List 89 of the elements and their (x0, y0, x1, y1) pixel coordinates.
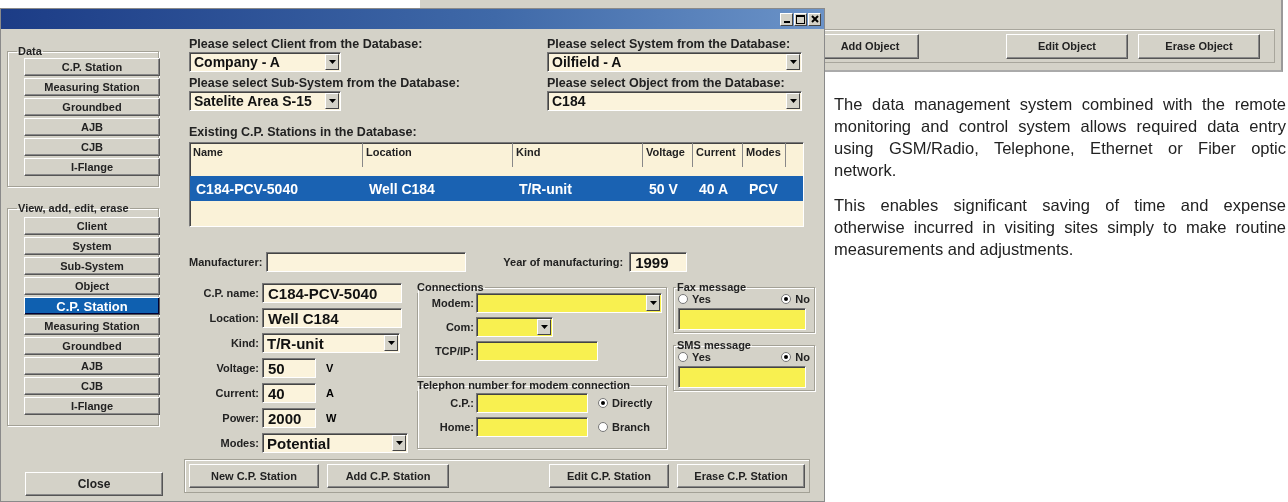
field-label: Power: (221, 412, 260, 424)
text-field[interactable]: 50 (262, 358, 316, 378)
column-header[interactable]: Name (190, 143, 363, 167)
text-field[interactable] (266, 252, 467, 272)
side-button[interactable]: Measuring Station (24, 78, 160, 96)
column-header[interactable]: Current (693, 143, 743, 167)
side-button[interactable]: System (24, 237, 160, 255)
field-label: TCP/IP: (433, 345, 475, 357)
radio-option[interactable]: No (781, 351, 810, 363)
field-label: C.P. name: (202, 287, 260, 299)
side-button[interactable]: Sub-System (24, 257, 160, 275)
field-label: Modes: (219, 437, 260, 449)
text-field[interactable]: 1999 (629, 252, 688, 272)
close-icon[interactable] (808, 12, 821, 26)
dropdown-field[interactable]: T/R-unit (262, 333, 400, 353)
dropdown-field[interactable]: Potential (262, 433, 408, 453)
dropdown-field[interactable] (476, 317, 553, 337)
text-field[interactable] (476, 393, 588, 413)
field-label: Please select Object from the Database: (547, 76, 785, 90)
dropdown-field[interactable]: C184 (547, 91, 802, 111)
radio-option[interactable]: No (781, 293, 810, 305)
maximize-icon[interactable] (794, 12, 807, 26)
field-label: Manufacturer: (189, 256, 263, 268)
radio-option[interactable]: Yes (678, 293, 711, 305)
group-title: View, add, edit, erase (17, 202, 130, 214)
table-title: Existing C.P. Stations in the Database: (189, 125, 418, 139)
field-label: Current: (214, 387, 260, 399)
action-button[interactable]: Erase C.P. Station (677, 464, 805, 488)
object-button[interactable]: Edit Object (1006, 33, 1128, 59)
action-button[interactable]: Add C.P. Station (327, 464, 449, 488)
field-label: Com: (444, 321, 475, 333)
action-button[interactable]: Edit C.P. Station (549, 464, 669, 488)
field-label: Please select Client from the Database: (189, 37, 423, 51)
radio-option[interactable]: Yes (678, 351, 711, 363)
side-button[interactable]: I-Flange (24, 158, 160, 176)
dropdown-field[interactable] (476, 293, 662, 313)
group-title: Fax message (676, 281, 748, 293)
field-label: C.P.: (449, 397, 475, 409)
group-title: Connections (416, 281, 485, 293)
text-field[interactable] (678, 308, 806, 330)
minimize-icon[interactable] (780, 12, 793, 26)
dropdown-field[interactable]: Satelite Area S-15 (189, 91, 341, 111)
column-header[interactable]: Modes (743, 143, 786, 167)
object-button[interactable]: Erase Object (1138, 33, 1260, 59)
dropdown-field[interactable]: Oilfield - A (547, 52, 802, 72)
column-header[interactable]: Location (363, 143, 513, 167)
side-button[interactable]: C.P. Station (24, 58, 160, 76)
text-field[interactable]: Well C184 (262, 308, 402, 328)
side-button[interactable]: Measuring Station (24, 317, 160, 335)
action-button[interactable]: New C.P. Station (189, 464, 319, 488)
paragraph: The data management system combined with the remote monitoring and control system allows required data entry using GSM/Radio, Telephone, Ethernet or Fiber optic network. (834, 94, 1286, 181)
group-title: Telephon number for modem connection (416, 379, 632, 391)
unit-label: A (326, 387, 334, 399)
unit-label: V (326, 362, 334, 374)
side-button[interactable]: Groundbed (24, 98, 160, 116)
field-label: Kind: (229, 337, 260, 349)
field-label: Home: (438, 421, 475, 433)
column-header[interactable]: Kind (513, 143, 643, 167)
text-field[interactable] (476, 341, 598, 361)
column-header[interactable]: Voltage (643, 143, 693, 167)
close-button[interactable]: Close (25, 472, 163, 496)
text-field[interactable]: C184-PCV-5040 (262, 283, 402, 303)
side-button[interactable]: Client (24, 217, 160, 235)
side-button[interactable]: AJB (24, 118, 160, 136)
unit-label: W (326, 412, 337, 424)
side-button[interactable]: AJB (24, 357, 160, 375)
side-button[interactable]: Object (24, 277, 160, 295)
dropdown-field[interactable]: Company - A (189, 52, 341, 72)
radio-option[interactable]: Branch (598, 421, 650, 433)
side-button[interactable]: C.P. Station (24, 297, 160, 315)
field-label: Voltage: (215, 362, 260, 374)
field-label: Modem: (430, 297, 475, 309)
group-title: Data (17, 45, 43, 57)
side-button[interactable]: CJB (24, 138, 160, 156)
paragraph: This enables significant saving of time and expense otherwise incurred in visiting sites simply to make routine measurements and adjustments. (834, 195, 1286, 260)
text-field[interactable] (678, 366, 806, 388)
group-title: SMS message (676, 339, 752, 351)
field-label: Please select Sub-System from the Database: (189, 76, 460, 90)
field-label: Please select System from the Database: (547, 37, 791, 51)
side-button[interactable]: CJB (24, 377, 160, 395)
field-label: Year of manufacturing: (503, 256, 624, 268)
text-field[interactable]: 2000 (262, 408, 316, 428)
side-button[interactable]: I-Flange (24, 397, 160, 415)
text-field[interactable]: 40 (262, 383, 316, 403)
field-label: Location: (208, 312, 260, 324)
table-row[interactable]: C184-PCV-5040 Well C184 T/R-unit 50 V 40 A PCV (190, 176, 803, 201)
text-field[interactable] (476, 417, 588, 437)
side-button[interactable]: Groundbed (24, 337, 160, 355)
radio-option[interactable]: Directly (598, 397, 653, 409)
